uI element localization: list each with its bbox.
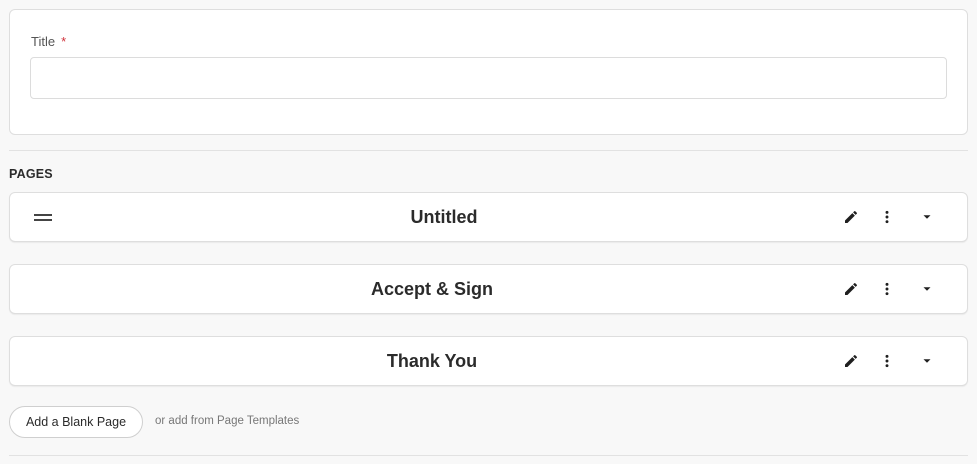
page-row-thank-you[interactable]: Thank You [9, 336, 968, 386]
more-vertical-icon[interactable] [877, 207, 897, 227]
pencil-icon[interactable] [841, 279, 861, 299]
page-name: Thank You [386, 351, 478, 371]
add-blank-page-button[interactable]: Add a Blank Page [9, 406, 143, 438]
page-row-accept-sign[interactable]: Accept & Sign [9, 264, 968, 314]
page-row-untitled[interactable]: Untitled [9, 192, 968, 242]
caret-down-icon[interactable] [917, 279, 937, 299]
add-from-templates-link[interactable]: or add from Page Templates [155, 415, 299, 427]
required-marker: * [61, 34, 67, 49]
caret-down-icon[interactable] [917, 207, 937, 227]
title-card: Title * [9, 9, 968, 135]
divider [9, 455, 968, 456]
caret-down-icon[interactable] [917, 351, 937, 371]
more-vertical-icon[interactable] [877, 279, 897, 299]
drag-handle-icon[interactable] [34, 214, 52, 221]
pages-heading: PAGES [9, 167, 53, 181]
pencil-icon[interactable] [841, 351, 861, 371]
divider [9, 150, 968, 151]
more-vertical-icon[interactable] [877, 351, 897, 371]
page-name: Accept & Sign [370, 279, 494, 299]
pencil-icon[interactable] [841, 207, 861, 227]
page-name: Untitled [410, 207, 478, 227]
title-input[interactable] [30, 57, 947, 99]
title-label: Title * [31, 34, 67, 49]
